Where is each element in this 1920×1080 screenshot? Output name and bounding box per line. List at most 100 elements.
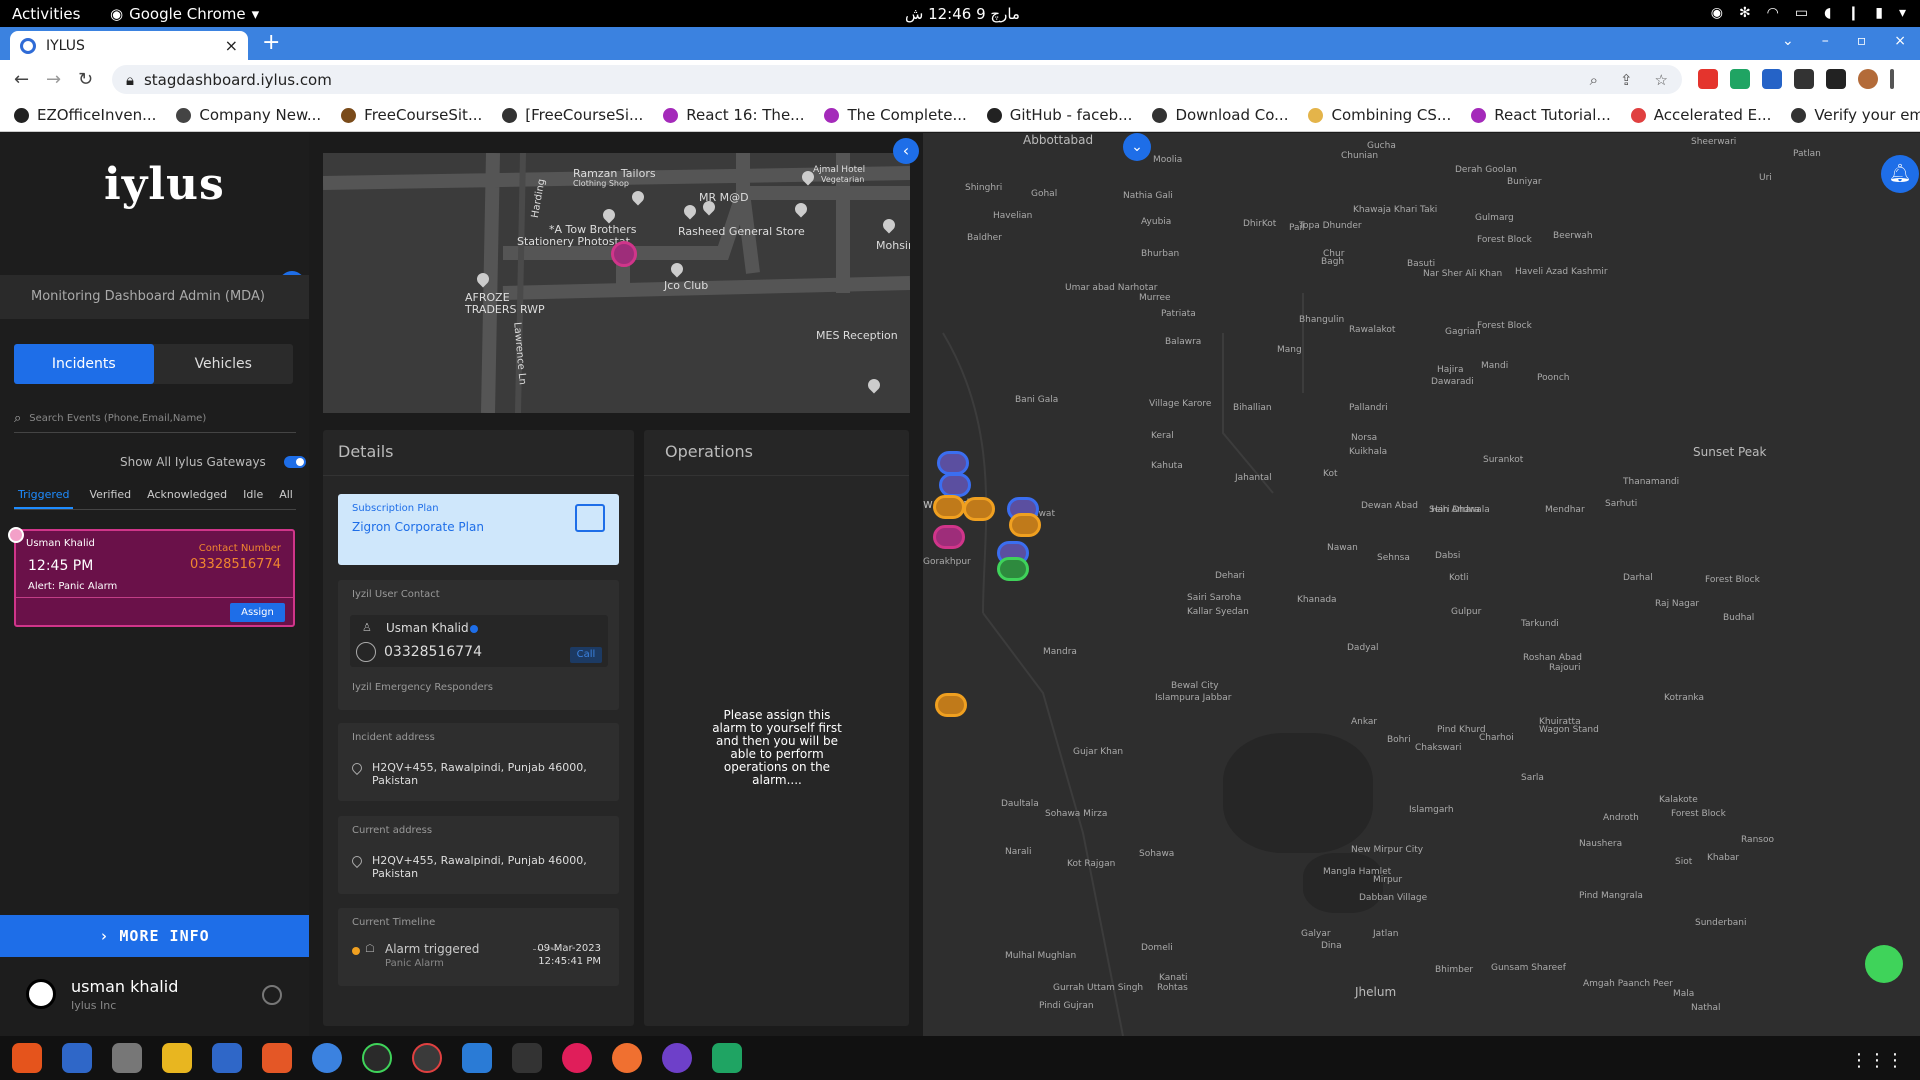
tab-search-icon[interactable]: ⌄: [1782, 33, 1794, 49]
activities-button[interactable]: Activities: [12, 5, 80, 23]
extension-icon[interactable]: [1698, 69, 1718, 89]
star-icon[interactable]: ☆: [1655, 71, 1668, 89]
browser-tab[interactable]: IYLUS ×: [10, 31, 248, 60]
filter-verified[interactable]: Verified: [89, 488, 131, 509]
mic-icon: ❙: [1847, 5, 1860, 21]
bookmark-item[interactable]: FreeCourseSit...: [341, 106, 482, 124]
place-label: Gucha: [1367, 141, 1396, 151]
github-desktop-icon[interactable]: [662, 1043, 692, 1073]
avatar[interactable]: [26, 979, 56, 1009]
place-label: Sairi Saroha: [1187, 593, 1242, 603]
filter-idle[interactable]: Idle: [243, 488, 263, 509]
notification-bell-icon[interactable]: 🔔︎: [1881, 155, 1919, 193]
chrome-icon[interactable]: [412, 1043, 442, 1073]
menu-icon[interactable]: [1890, 69, 1894, 89]
terminal-icon[interactable]: [512, 1043, 542, 1073]
forward-icon[interactable]: →: [46, 69, 61, 90]
bookmark-item[interactable]: Company New...: [176, 106, 321, 124]
incident-marker[interactable]: [933, 525, 965, 549]
incident-card[interactable]: Usman Khalid Contact Number 03328516774 …: [8, 527, 295, 627]
minimize-icon[interactable]: –: [1822, 33, 1829, 49]
clock[interactable]: مارچ 9 12:46 ش: [905, 5, 1020, 23]
place-label: Jhelum: [1355, 985, 1397, 999]
call-button[interactable]: Call: [570, 647, 602, 663]
system-tray[interactable]: ◉ ✻ ◠ ▭ ◖ ❙ ▮ ▾: [1711, 5, 1906, 21]
files-icon[interactable]: [112, 1043, 142, 1073]
help-icon[interactable]: [312, 1043, 342, 1073]
vehicle-marker[interactable]: [935, 693, 967, 717]
calc-icon[interactable]: [712, 1043, 742, 1073]
show-apps-icon[interactable]: ⋮⋮⋮: [1850, 1050, 1904, 1071]
vehicle-marker[interactable]: [939, 473, 971, 497]
place-label: Poonch: [1537, 373, 1570, 383]
contact-row: ♙ Usman Khalid 03328516774 Call: [350, 615, 608, 667]
bookmark-item[interactable]: Download Co...: [1152, 106, 1288, 124]
place-label: Village Karore: [1149, 399, 1212, 409]
expand-map-button[interactable]: ⌄: [1123, 133, 1151, 161]
vscode-icon[interactable]: [462, 1043, 492, 1073]
address-bar[interactable]: 🔒︎ stagdashboard.iylus.com ⌕ ⇪ ☆: [112, 65, 1682, 94]
app-menu[interactable]: ◉ Google Chrome ▾: [110, 5, 259, 23]
thunderbird-icon[interactable]: [62, 1043, 92, 1073]
vehicle-marker[interactable]: [963, 497, 995, 521]
assign-button[interactable]: Assign: [230, 603, 285, 622]
search-input[interactable]: ⌕ Search Events (Phone,Email,Name): [14, 405, 296, 433]
logout-icon[interactable]: [262, 985, 282, 1005]
maximize-icon[interactable]: ▫: [1857, 33, 1867, 49]
bookmark-favicon-icon: [1471, 107, 1487, 123]
filter-all[interactable]: All: [279, 488, 293, 509]
bookmark-item[interactable]: Combining CS...: [1308, 106, 1451, 124]
share-icon[interactable]: ⇪: [1620, 71, 1633, 89]
back-icon[interactable]: ←: [14, 69, 29, 90]
vehicle-marker[interactable]: [933, 495, 965, 519]
postman-icon[interactable]: [612, 1043, 642, 1073]
place-label: Dina: [1321, 941, 1342, 951]
run-extension-icon[interactable]: [1762, 69, 1782, 89]
zoom-icon[interactable]: ⌕: [1590, 71, 1598, 89]
show-all-toggle[interactable]: [283, 456, 306, 468]
bookmark-item[interactable]: [FreeCourseSi...: [502, 106, 643, 124]
slack-icon[interactable]: [562, 1043, 592, 1073]
tab-vehicles[interactable]: Vehicles: [154, 344, 294, 384]
street-map[interactable]: Ramzan Tailors Clothing Shop Ajmal Hotel…: [323, 153, 910, 413]
more-info-button[interactable]: › MORE INFO: [0, 915, 309, 957]
vehicle-marker[interactable]: [1009, 513, 1041, 537]
firefox-icon[interactable]: [12, 1043, 42, 1073]
software-icon[interactable]: [262, 1043, 292, 1073]
extension-icon[interactable]: [1730, 69, 1750, 89]
show-all-gateways: Show All Iylus Gateways: [120, 455, 306, 469]
collapse-panel-button[interactable]: ‹: [893, 138, 919, 164]
person-icon: ♙: [362, 621, 372, 634]
bookmark-item[interactable]: EZOfficeInven...: [14, 106, 156, 124]
incident-location-marker[interactable]: [611, 241, 637, 267]
bookmark-item[interactable]: React 16: The...: [663, 106, 804, 124]
support-chat-icon[interactable]: [1865, 945, 1903, 983]
vehicle-marker[interactable]: [937, 451, 969, 475]
battery-icon: ▮: [1875, 5, 1883, 21]
filter-acknowledged[interactable]: Acknowledged: [147, 488, 227, 509]
bookmark-item[interactable]: Accelerated E...: [1630, 106, 1771, 124]
vehicle-marker[interactable]: [997, 557, 1029, 581]
puzzle-icon[interactable]: [1794, 69, 1814, 89]
bookmark-favicon-icon: [1791, 107, 1807, 123]
bookmark-item[interactable]: The Complete...: [824, 106, 967, 124]
reload-icon[interactable]: ↻: [78, 69, 93, 90]
bookmark-item[interactable]: Verify your email: [1791, 106, 1920, 124]
bookmark-item[interactable]: React Tutorial...: [1471, 106, 1611, 124]
new-tab-button[interactable]: +: [262, 30, 280, 55]
place-label: Bohri: [1387, 735, 1411, 745]
close-window-icon[interactable]: ×: [1894, 33, 1906, 49]
filter-triggered[interactable]: Triggered: [14, 488, 74, 509]
place-label: Pindi Gujran: [1039, 1001, 1094, 1011]
side-panel-icon[interactable]: [1826, 69, 1846, 89]
mongodb-icon[interactable]: [362, 1043, 392, 1073]
rhythmbox-icon[interactable]: [162, 1043, 192, 1073]
close-icon[interactable]: ×: [225, 36, 238, 55]
region-map[interactable]: ⌄ 🔔︎ Abbottabad Moolia Chunian Derah Goolan…: [923, 133, 1920, 1036]
chrome-icon: ◉: [110, 5, 124, 23]
bookmark-item[interactable]: GitHub - faceb...: [986, 106, 1132, 124]
writer-icon[interactable]: [212, 1043, 242, 1073]
profile-avatar[interactable]: [1858, 69, 1878, 89]
plan-label: Subscription Plan: [352, 503, 439, 514]
tab-incidents[interactable]: Incidents: [14, 344, 154, 384]
